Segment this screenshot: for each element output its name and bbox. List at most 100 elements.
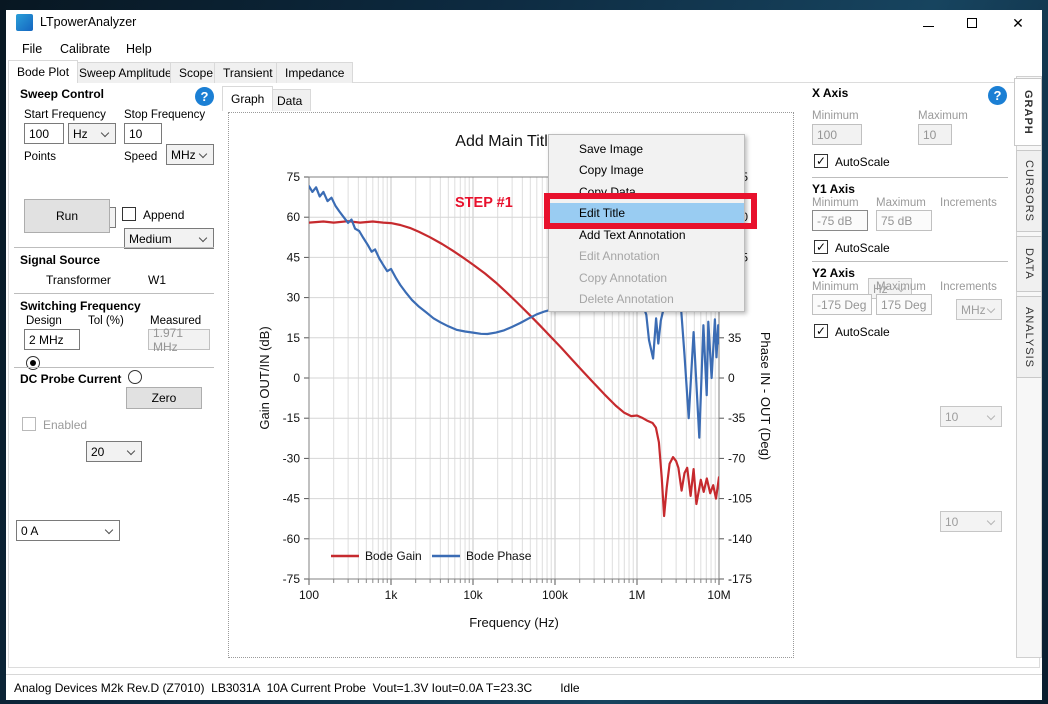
y1-autoscale-label: AutoScale (835, 241, 890, 255)
start-frequency-input[interactable]: 100 (24, 123, 64, 144)
x-max-unit-select: MHz (956, 299, 1002, 320)
menu-file[interactable]: File (14, 38, 50, 60)
chevron-down-icon (101, 129, 109, 137)
y2-tick-label: 0 (728, 371, 735, 385)
dc-current-select[interactable]: 0 A (16, 520, 120, 541)
tab-graph[interactable]: Graph (222, 86, 273, 111)
y1-tick-label: -45 (283, 492, 301, 506)
y1-autoscale-checkbox[interactable]: ✓ (814, 240, 828, 254)
x-tick-label: 10k (463, 588, 483, 602)
minimize-button[interactable] (906, 10, 950, 36)
status-device-info: Analog Devices M2k Rev.D (Z7010) LB3031A… (14, 681, 532, 695)
x-min-label: Minimum (812, 110, 859, 122)
append-checkbox[interactable] (122, 207, 136, 221)
close-button[interactable]: ✕ (996, 10, 1040, 36)
divider (14, 247, 214, 248)
y2-increments-select: 10 (940, 511, 1002, 532)
chart-title: Add Main Title (455, 133, 556, 150)
side-tab-analysis[interactable]: ANALYSIS (1016, 296, 1042, 378)
switching-frequency-title: Switching Frequency (20, 299, 141, 313)
run-button[interactable]: Run (24, 199, 110, 233)
zero-button[interactable]: Zero (126, 387, 202, 409)
y1-axis-label: Gain OUT/IN (dB) (257, 326, 272, 429)
stop-frequency-unit-select[interactable]: MHz (166, 144, 214, 165)
dc-probe-title: DC Probe Current (20, 372, 121, 386)
y1-tick-label: 60 (287, 210, 301, 224)
tab-sweep-amplitude[interactable]: Sweep Amplitude (70, 62, 181, 83)
menu-item-copy-annotation: Copy Annotation (549, 267, 744, 289)
chevron-down-icon (199, 150, 207, 158)
menu-item-delete-annotation: Delete Annotation (549, 289, 744, 311)
status-bar: Analog Devices M2k Rev.D (Z7010) LB3031A… (6, 674, 1042, 700)
status-state: Idle (560, 681, 579, 695)
enabled-checkbox (22, 417, 36, 431)
y1-min-field: -75 dB (812, 210, 868, 231)
x-autoscale-label: AutoScale (835, 155, 890, 169)
side-tab-graph[interactable]: GRAPH (1014, 78, 1042, 146)
design-input[interactable]: 2 MHz (24, 329, 80, 350)
enabled-label: Enabled (43, 418, 87, 432)
stop-frequency-input[interactable]: 10 (124, 123, 162, 144)
w1-radio[interactable] (128, 370, 142, 384)
start-frequency-unit-select[interactable]: Hz (68, 123, 116, 144)
y2-tick-label: -140 (728, 532, 752, 546)
y2-axis-label: Phase IN - OUT (Deg) (758, 332, 773, 460)
menu-item-copy-image[interactable]: Copy Image (549, 160, 744, 182)
y2-tick-label: -35 (728, 411, 746, 425)
tol-select[interactable]: 20 (86, 441, 142, 462)
y1-tick-label: 15 (287, 331, 301, 345)
start-frequency-unit: Hz (73, 127, 88, 141)
tab-bode-plot[interactable]: Bode Plot (8, 60, 78, 83)
y1-tick-label: 75 (287, 170, 301, 184)
tab-impedance[interactable]: Impedance (276, 62, 353, 83)
x-autoscale-checkbox[interactable]: ✓ (814, 154, 828, 168)
close-icon: ✕ (1012, 16, 1024, 30)
y1-tick-label: -15 (283, 411, 301, 425)
x-tick-label: 1M (629, 588, 646, 602)
y1-tick-label: -30 (283, 451, 301, 465)
x-tick-label: 100 (299, 588, 319, 602)
y2-increments-label: Increments (940, 281, 997, 293)
chevron-down-icon (987, 412, 995, 420)
speed-label: Speed (124, 151, 157, 163)
step-annotation: STEP #1 (455, 195, 513, 211)
y1-min-label: Minimum (812, 197, 859, 209)
legend-phase-label: Bode Phase (466, 549, 532, 563)
tab-data[interactable]: Data (268, 89, 311, 111)
divider (812, 177, 1008, 178)
x-min-field: 100 (812, 124, 862, 145)
menu-item-save-image[interactable]: Save Image (549, 138, 744, 160)
side-tab-data[interactable]: DATA (1016, 236, 1042, 292)
y1-tick-label: -60 (283, 532, 301, 546)
y2-autoscale-checkbox[interactable]: ✓ (814, 324, 828, 338)
maximize-button[interactable] (950, 10, 994, 36)
y1-tick-label: 0 (293, 371, 300, 385)
menu-help[interactable]: Help (118, 38, 160, 60)
side-tab-cursors[interactable]: CURSORS (1016, 150, 1042, 232)
speed-select[interactable]: Medium (124, 228, 214, 249)
points-label: Points (24, 151, 56, 163)
tutorial-highlight-rect (544, 193, 757, 229)
desktop: LTpowerAnalyzer ✕ File Calibrate Help Bo… (0, 0, 1048, 704)
y2-min-label: Minimum (812, 281, 859, 293)
tab-transient[interactable]: Transient (214, 62, 282, 83)
y1-tick-label: 45 (287, 250, 301, 264)
y1-increments-value: 10 (945, 410, 958, 424)
chevron-down-icon (199, 234, 207, 242)
tol-value: 20 (91, 445, 104, 459)
maximize-icon (967, 18, 977, 28)
x-max-unit: MHz (961, 303, 986, 317)
speed-value: Medium (129, 232, 172, 246)
app-icon (16, 14, 33, 31)
design-label: Design (26, 315, 62, 327)
sweep-help-icon[interactable]: ? (195, 87, 214, 106)
window-title: LTpowerAnalyzer (40, 15, 136, 29)
stop-frequency-label: Stop Frequency (124, 109, 205, 121)
x-max-label: Maximum (918, 110, 968, 122)
y2-tick-label: -105 (728, 492, 752, 506)
menu-calibrate[interactable]: Calibrate (52, 38, 118, 60)
y1-tick-label: 30 (287, 291, 301, 305)
y2-max-label: Maximum (876, 281, 926, 293)
dc-current-value: 0 A (21, 524, 38, 538)
axis-help-icon[interactable]: ? (988, 86, 1007, 105)
